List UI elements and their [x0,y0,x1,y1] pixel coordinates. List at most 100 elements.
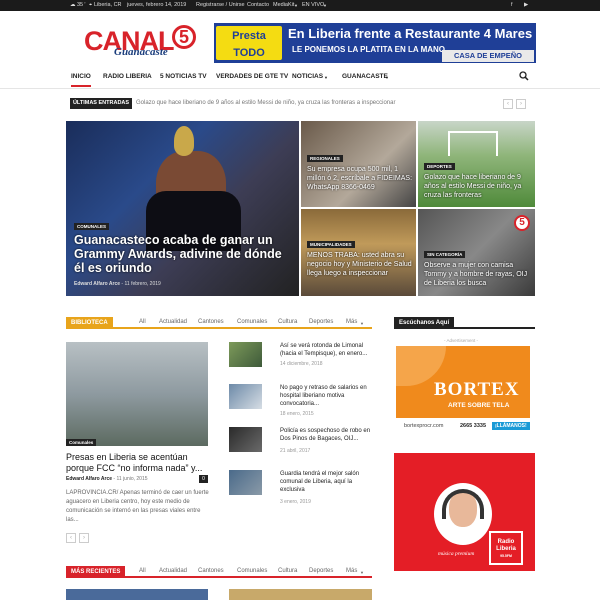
filter-deportes[interactable]: Deportes [309,568,333,574]
list-item-title[interactable]: No pago y retraso de salarios en hospita… [280,384,375,408]
live-link[interactable]: EN VIVO [302,2,324,8]
bortex-ad[interactable]: BORTEX ARTE SOBRE TELA bortexprocr.com 2… [396,346,530,436]
nav-item-5-noticias-tv[interactable]: 5 NOTICIAS TV [160,73,207,80]
ticker-text[interactable]: Golazo que hace liberiano de 9 años al e… [136,100,395,106]
list-thumb[interactable] [229,384,262,409]
list-item-title[interactable]: Guardia tendrá el mejor salón comunal de… [280,470,375,494]
nav-item-noticias[interactable]: NOTICIAS [292,73,323,80]
author[interactable]: Edward Alfaro Arce [66,476,112,482]
list-thumb[interactable] [229,470,262,495]
chevron-down-icon: ▼ [323,3,327,8]
category-badge[interactable]: REGIONALES [307,155,343,162]
filter-deportes[interactable]: Deportes [309,319,333,325]
category-badge[interactable]: SIN CATEGORÍA [424,251,466,258]
story-title[interactable]: Observe a mujer con camisa Tommy y a hom… [424,261,534,288]
date: 11 junio, 2015 [116,476,148,482]
chevron-down-icon: ▼ [360,570,364,575]
bortex-contact-bar: bortexprocr.com 2665 3335 ¡LLÁMANOS! [396,418,530,436]
chevron-down-icon: ▼ [324,75,328,80]
story-image[interactable] [66,589,208,600]
category-badge[interactable]: MUNICIPALIDADES [307,241,355,248]
main-story-title[interactable]: Presas en Liberia se acentúan porque FCC… [66,452,216,474]
radio-liberia-ad[interactable]: música premium Radio Liberia 95.5FM [394,453,535,571]
chevron-down-icon: ▼ [385,75,389,80]
main-story-excerpt: LAPROVINCIA.CR/ Apenas terminó de caer u… [66,490,209,523]
banner-tag: CASA DE EMPEÑO [442,50,534,62]
list-thumb[interactable] [229,427,262,452]
chevron-down-icon: ▼ [294,3,298,8]
filter-cantones[interactable]: Cantones [198,568,224,574]
list-item-date: 14 diciembre, 2018 [280,361,323,367]
featured-story-5[interactable]: 5 SIN CATEGORÍA Observe a mujer con cami… [418,209,535,296]
current-date: jueves, febrero 14, 2019 [127,2,187,8]
category-badge[interactable]: Comunales [66,439,97,446]
filter-all[interactable]: All [139,319,146,325]
radio-logo-line-3: 95.5FM [500,554,512,558]
register-link[interactable]: Registrarse / Unirse [196,2,245,8]
youtube-icon[interactable]: ▶ [524,2,528,8]
list-item-title[interactable]: Policía es sospechoso de robo en Dos Pin… [280,427,375,443]
filter-all[interactable]: All [139,568,146,574]
search-icon[interactable] [519,71,529,81]
chevron-left-icon[interactable]: ‹ [503,99,513,109]
section-label: MÁS RECIENTES [66,566,126,578]
main-nav: INICIO RADIO LIBERIA 5 NOTICIAS TV VERDA… [0,67,600,89]
filter-comunales[interactable]: Comunales [237,319,267,325]
bortex-url[interactable]: bortexprocr.com [404,423,443,429]
chevron-right-icon[interactable]: › [516,99,526,109]
location-pin-icon: ⌖ [89,2,93,8]
filter-actualidad[interactable]: Actualidad [159,568,187,574]
temperature-unit: ° [84,1,86,6]
chevron-left-icon[interactable]: ‹ [66,533,76,543]
sidebar-section-header: Escúchanos Aquí [394,317,535,329]
story-title[interactable]: Golazo que hace liberiano de 9 años al e… [424,173,534,200]
logo-number: 5 [172,25,196,49]
featured-story-4[interactable]: MUNICIPALIDADES MENOS TRABA: usted abra … [301,209,416,296]
radio-logo: Radio Liberia 95.5FM [489,531,523,565]
header-banner-ad[interactable]: Presta TODO En Liberia frente a Restaura… [214,23,536,63]
mediakit-link[interactable]: MediaKit [273,2,294,8]
filter-actualidad[interactable]: Actualidad [159,319,187,325]
story-title[interactable]: Su empresa ocupa 500 mil, 1 millón ó 2, … [307,165,415,192]
filter-cantones[interactable]: Cantones [198,319,224,325]
logo-subtitle: Guanacaste [114,46,168,58]
nav-item-inicio[interactable]: INICIO [71,73,91,87]
radio-logo-line-1: Radio [497,539,515,545]
list-item-date: 3 enero, 2019 [280,499,311,505]
nav-item-guanacaste[interactable]: GUANACASTE [342,73,388,80]
list-thumb[interactable] [229,342,262,367]
nav-item-verdades-gte-tv[interactable]: VERDADES DE GTE TV [216,73,288,80]
story-title[interactable]: Guanacasteco acaba de ganar un Grammy Aw… [74,233,289,275]
bortex-cta[interactable]: ¡LLÁMANOS! [492,422,530,430]
nav-item-radio-liberia[interactable]: RADIO LIBERIA [103,73,152,80]
contact-link[interactable]: Contacto [247,2,269,8]
section-label: Escúchanos Aquí [394,317,455,329]
facebook-icon[interactable]: f [511,2,513,8]
filter-more[interactable]: Más [346,568,357,574]
category-badge[interactable]: COMUNALES [74,223,109,230]
chevron-right-icon[interactable]: › [79,533,89,543]
featured-story-2[interactable]: REGIONALES Su empresa ocupa 500 mil, 1 m… [301,121,416,207]
banner-tagline: LE PONEMOS LA PLATITA EN LA MANO... [292,45,452,54]
filter-cultura[interactable]: Cultura [278,319,297,325]
featured-story-3[interactable]: DEPORTES Golazo que hace liberiano de 9 … [418,121,535,207]
author[interactable]: Edward Alfaro Arce [74,281,120,287]
filter-cultura[interactable]: Cultura [278,568,297,574]
filter-comunales[interactable]: Comunales [237,568,267,574]
story-image[interactable]: Comunales [66,342,208,446]
ticker-label: ÚLTIMAS ENTRADAS [70,98,132,109]
list-item-title[interactable]: Así se verá rotonda de Limonal (hacia el… [280,342,375,358]
top-bar: ☁ 35 ° ⌖ Liberia, CR jueves, febrero 14,… [0,0,600,11]
banner-headline: En Liberia frente a Restaurante 4 Mares [288,26,533,41]
story-title[interactable]: MENOS TRABA: usted abra su negocio hoy y… [307,251,415,278]
bortex-phone[interactable]: 2665 3335 [460,423,486,429]
comment-count[interactable]: 0 [199,475,208,483]
story-image[interactable] [229,589,372,600]
bortex-subtitle: ARTE SOBRE TELA [448,402,510,409]
category-badge[interactable]: DEPORTES [424,163,455,170]
radio-logo-line-2: Liberia [496,546,516,552]
featured-main-story[interactable]: COMUNALES Guanacasteco acaba de ganar un… [66,121,299,296]
story-meta: Edward Alfaro Arce - 11 febrero, 2019 [74,281,161,287]
site-logo[interactable]: CANAL 5 Guanacaste [84,25,196,60]
filter-more[interactable]: Más [346,319,357,325]
